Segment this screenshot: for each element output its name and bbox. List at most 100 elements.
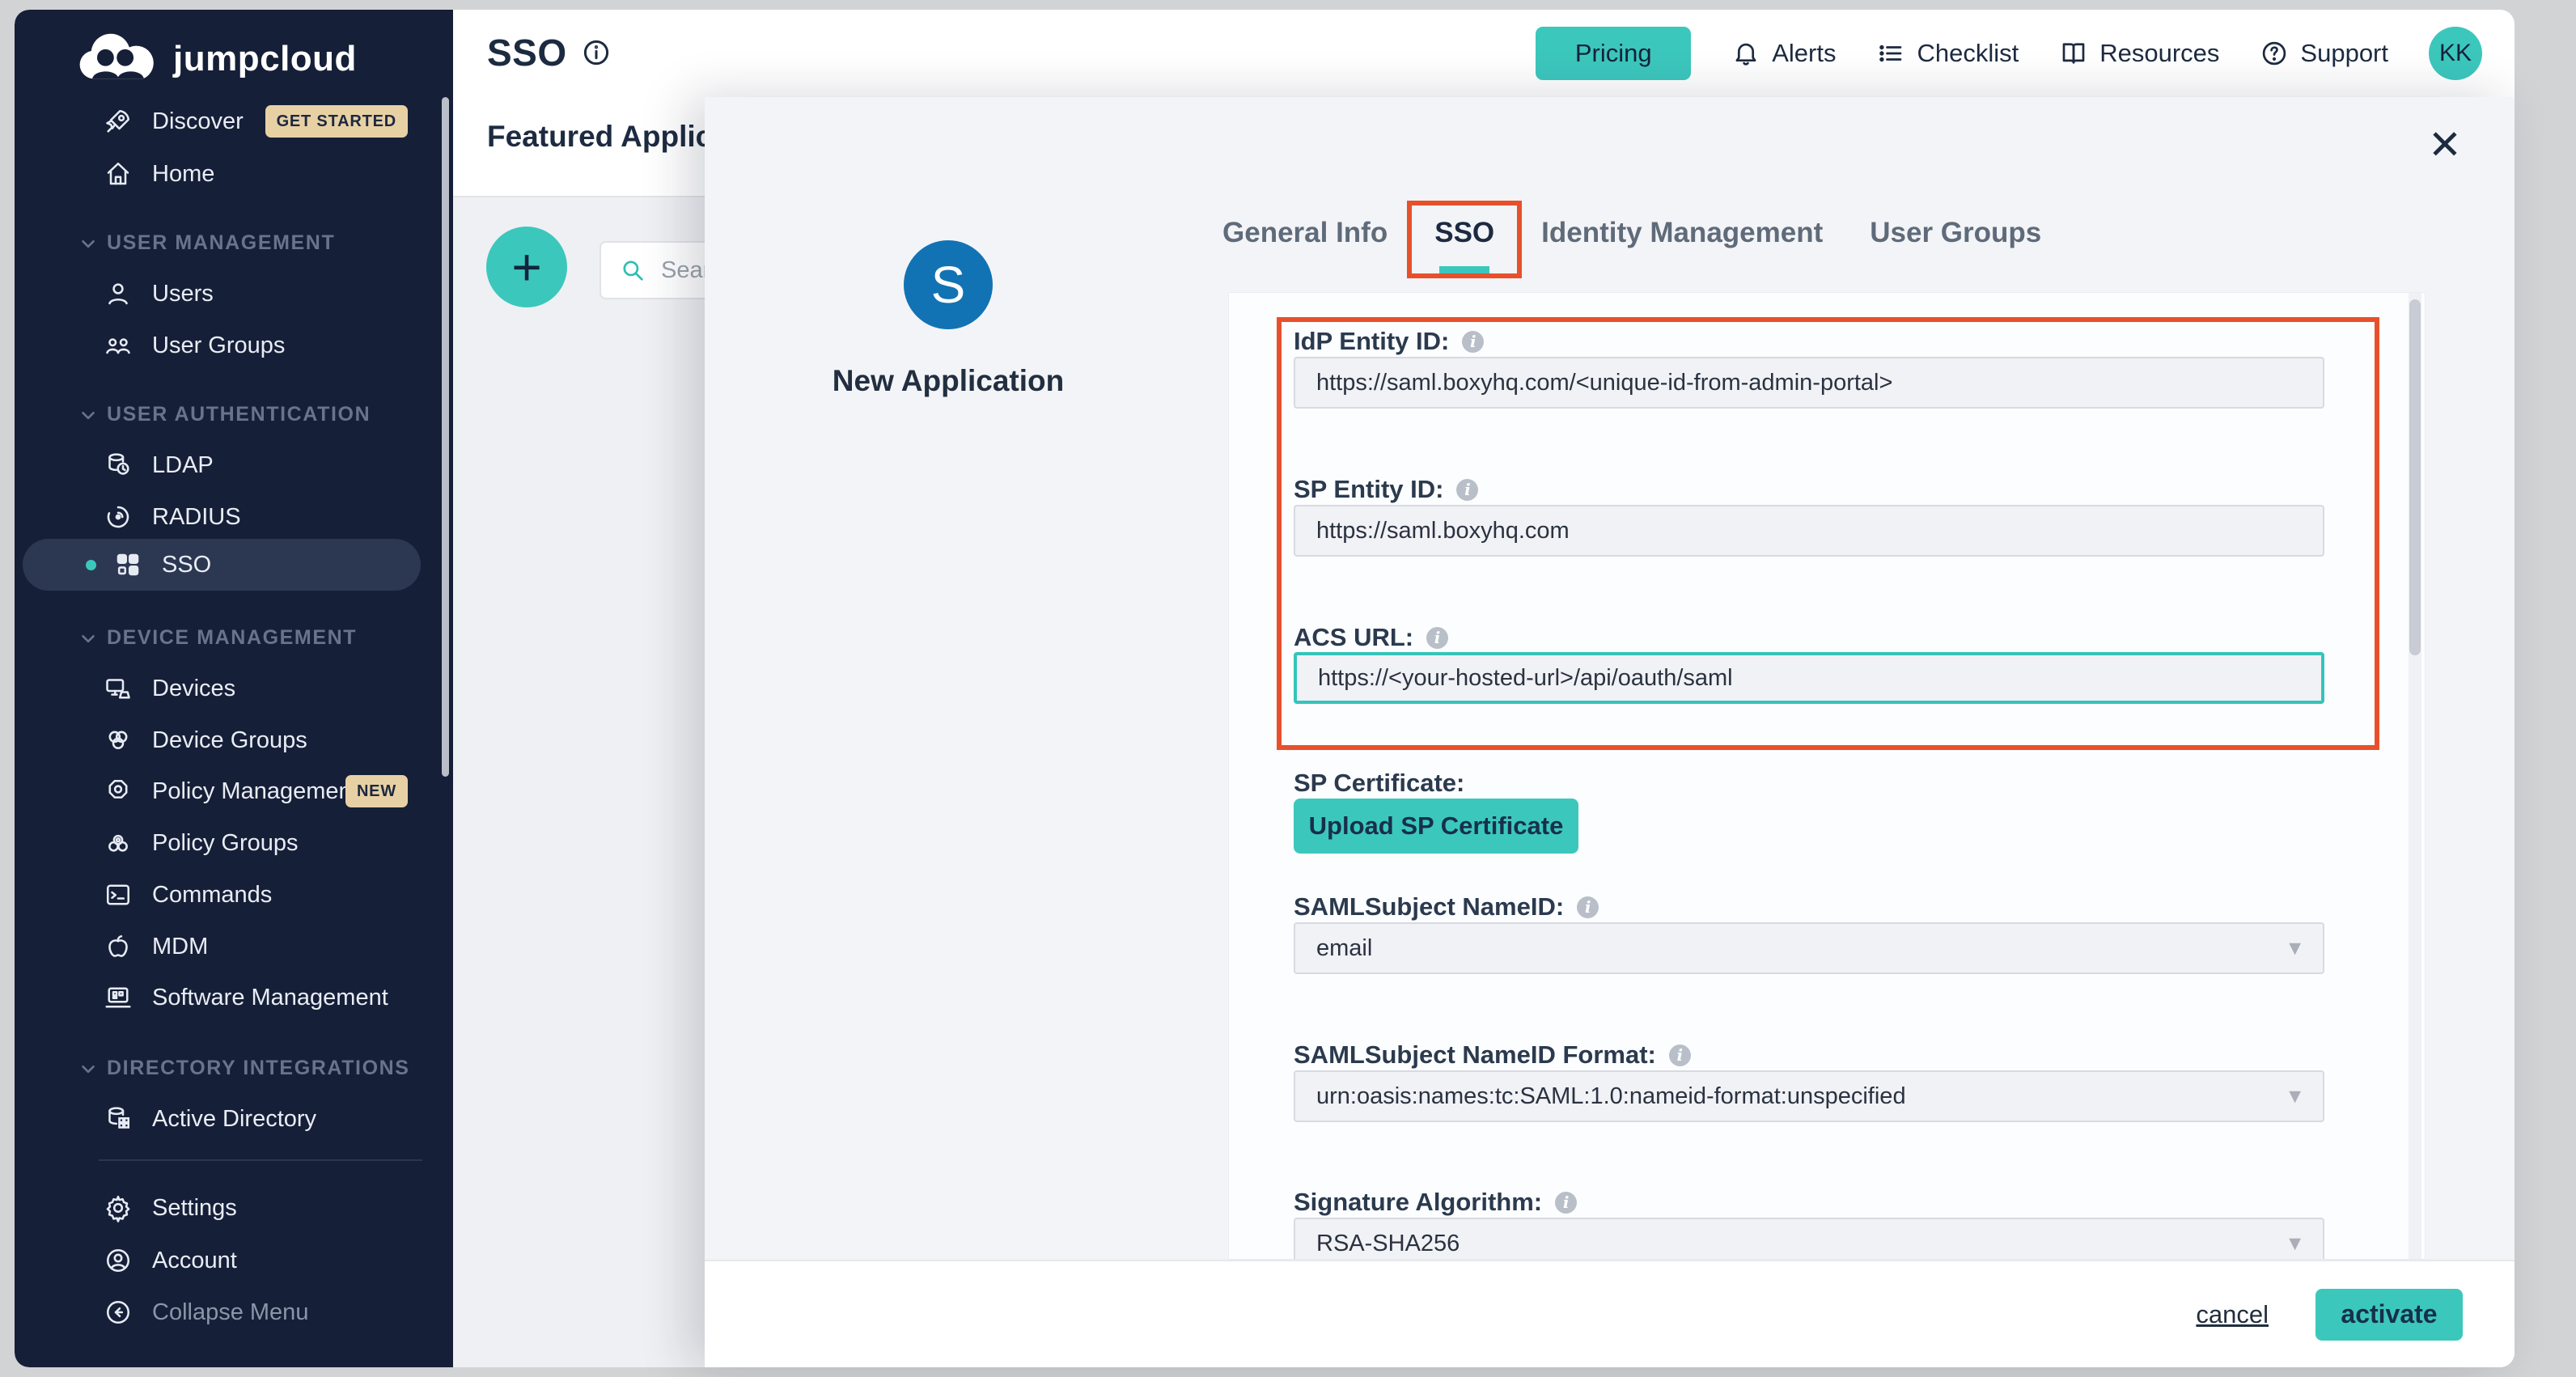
- cancel-link[interactable]: cancel: [2196, 1300, 2269, 1329]
- resources-button[interactable]: Resources: [2059, 39, 2219, 68]
- sidebar-section-user-authentication[interactable]: USER AUTHENTICATION: [23, 395, 421, 434]
- software-management-icon: [104, 983, 133, 1012]
- topbar-actions: Pricing Alerts Checklist Resources Suppo…: [1536, 10, 2482, 97]
- chevron-down-icon: ▼: [2285, 1219, 2305, 1260]
- form-scrollbar-track[interactable]: [2409, 293, 2421, 1259]
- sidebar-item-collapse-menu[interactable]: Collapse Menu: [23, 1286, 421, 1338]
- sidebar-item-policy-management[interactable]: Policy Management NEW: [23, 765, 421, 817]
- sidebar-item-software-management[interactable]: Software Management: [23, 972, 421, 1023]
- jumpcloud-cloud-icon: [76, 31, 160, 87]
- resources-label: Resources: [2099, 39, 2219, 68]
- sidebar-item-account[interactable]: Account: [23, 1235, 421, 1286]
- sidebar-scrollbar[interactable]: [442, 97, 449, 777]
- chevron-down-icon: [78, 1058, 99, 1079]
- select-value: urn:oasis:names:tc:SAML:1.0:nameid-forma…: [1316, 1083, 1906, 1109]
- label-text: Signature Algorithm:: [1294, 1188, 1542, 1217]
- search-icon: [619, 256, 646, 284]
- sidebar-item-mdm[interactable]: MDM: [23, 921, 421, 972]
- apple-mdm-icon: [104, 932, 133, 961]
- sidebar-item-sso[interactable]: SSO: [23, 539, 421, 591]
- tab-user-groups[interactable]: User Groups: [1870, 217, 2041, 249]
- checklist-label: Checklist: [1917, 39, 2019, 68]
- sidebar-section-label: USER MANAGEMENT: [107, 223, 335, 262]
- sidebar-section-directory-integrations[interactable]: DIRECTORY INTEGRATIONS: [23, 1049, 421, 1087]
- pricing-button[interactable]: Pricing: [1536, 27, 1691, 80]
- activate-button[interactable]: activate: [2315, 1289, 2463, 1341]
- info-icon[interactable]: i: [1555, 1192, 1577, 1214]
- checklist-button[interactable]: Checklist: [1876, 39, 2019, 68]
- sidebar-section-user-management[interactable]: USER MANAGEMENT: [23, 223, 421, 262]
- sidebar-item-device-groups[interactable]: Device Groups: [23, 714, 421, 766]
- sp-certificate-label: SP Certificate:: [1294, 769, 1464, 798]
- sidebar-item-devices[interactable]: Devices: [23, 663, 421, 714]
- topbar: SSO Pricing Alerts Checklist Resources: [453, 10, 2515, 99]
- bell-icon: [1731, 39, 1760, 68]
- sidebar-item-ldap[interactable]: LDAP: [23, 439, 421, 491]
- sidebar-section-device-management[interactable]: DEVICE MANAGEMENT: [23, 618, 421, 657]
- application-name: New Application: [778, 364, 1118, 398]
- signature-algorithm-label: Signature Algorithm: i: [1294, 1188, 1577, 1217]
- tab-general-info[interactable]: General Info: [1222, 217, 1388, 249]
- sidebar-section-label: DIRECTORY INTEGRATIONS: [107, 1049, 410, 1087]
- sidebar-item-label: Users: [152, 268, 214, 320]
- plus-icon: +: [511, 238, 541, 296]
- info-icon[interactable]: i: [1577, 896, 1599, 918]
- info-icon[interactable]: [581, 37, 612, 68]
- tab-identity-management[interactable]: Identity Management: [1541, 217, 1823, 249]
- sidebar-item-label: Policy Groups: [152, 817, 299, 869]
- close-icon[interactable]: ✕: [2428, 125, 2462, 165]
- sidebar-item-users[interactable]: Users: [23, 268, 421, 320]
- chevron-down-icon: [78, 233, 99, 254]
- select-value: email: [1316, 935, 1372, 961]
- sidebar-section-label: DEVICE MANAGEMENT: [107, 618, 357, 657]
- form-scrollbar-thumb[interactable]: [2409, 299, 2421, 655]
- featured-applications-heading: Featured Applica: [487, 120, 729, 154]
- chevron-down-icon: ▼: [2285, 924, 2305, 972]
- policy-management-icon: [104, 777, 133, 806]
- label-text: SP Certificate:: [1294, 769, 1464, 798]
- device-groups-icon: [104, 726, 133, 755]
- jumpcloud-logo[interactable]: jumpcloud: [76, 31, 357, 87]
- sidebar-item-settings[interactable]: Settings: [23, 1182, 421, 1234]
- user-group-icon: [104, 331, 133, 360]
- sidebar-item-discover[interactable]: Discover GET STARTED: [23, 95, 421, 147]
- sidebar-item-active-directory[interactable]: Active Directory: [23, 1093, 421, 1145]
- label-text: SAMLSubject NameID:: [1294, 892, 1564, 922]
- annotation-rect-saml-fields: [1277, 317, 2379, 750]
- application-avatar: S: [904, 240, 993, 329]
- logo-wordmark: jumpcloud: [173, 39, 357, 79]
- new-badge: NEW: [345, 775, 408, 807]
- screen: jumpcloud Discover GET STARTED Home USER…: [0, 0, 2576, 1377]
- chevron-down-icon: [78, 405, 99, 426]
- user-avatar[interactable]: KK: [2429, 27, 2482, 80]
- sidebar-item-label: Collapse Menu: [152, 1286, 308, 1338]
- sidebar-item-policy-groups[interactable]: Policy Groups: [23, 817, 421, 869]
- sidebar-item-label: Policy Management: [152, 765, 358, 817]
- info-icon[interactable]: i: [1669, 1044, 1691, 1066]
- sidebar-divider: [99, 1159, 422, 1161]
- checklist-icon: [1876, 39, 1905, 68]
- commands-terminal-icon: [104, 880, 133, 909]
- sidebar-item-label: Devices: [152, 663, 235, 714]
- policy-groups-icon: [104, 828, 133, 858]
- active-directory-icon: [104, 1104, 133, 1133]
- sidebar-item-user-groups[interactable]: User Groups: [23, 320, 421, 371]
- tab-sso[interactable]: SSO: [1434, 217, 1494, 249]
- sidebar-section-label: USER AUTHENTICATION: [107, 395, 371, 434]
- devices-icon: [104, 674, 133, 703]
- alerts-button[interactable]: Alerts: [1731, 39, 1836, 68]
- modal-footer: cancel activate: [705, 1260, 2515, 1367]
- sidebar-item-commands[interactable]: Commands: [23, 869, 421, 921]
- sidebar-item-radius[interactable]: RADIUS: [23, 491, 421, 543]
- signature-algorithm-select[interactable]: RSA-SHA256 ▼: [1294, 1218, 2324, 1260]
- add-application-button[interactable]: +: [486, 227, 567, 307]
- new-application-modal: ✕ S New Application General Info SSO Ide…: [705, 97, 2515, 1367]
- sidebar-item-home[interactable]: Home: [23, 148, 421, 200]
- sidebar-item-label: Active Directory: [152, 1093, 316, 1145]
- sidebar-item-label: LDAP: [152, 439, 214, 491]
- upload-sp-certificate-button[interactable]: Upload SP Certificate: [1294, 799, 1578, 854]
- support-button[interactable]: Support: [2260, 39, 2388, 68]
- sidebar-item-label: Commands: [152, 869, 272, 921]
- saml-subject-nameid-format-select[interactable]: urn:oasis:names:tc:SAML:1.0:nameid-forma…: [1294, 1070, 2324, 1122]
- saml-subject-nameid-select[interactable]: email ▼: [1294, 922, 2324, 974]
